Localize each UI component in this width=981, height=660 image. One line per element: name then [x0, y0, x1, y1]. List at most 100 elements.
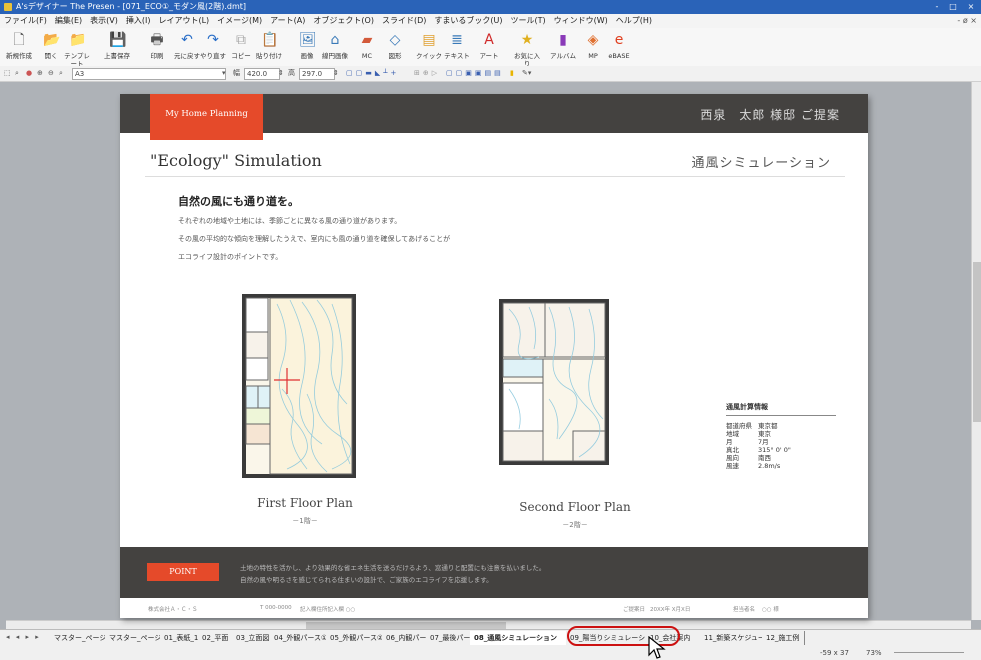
copy-button[interactable]: ⧉ コピー: [226, 29, 256, 65]
shape-button[interactable]: ◇ 図形: [380, 29, 410, 65]
sheet-tab[interactable]: 03_立面図: [232, 631, 271, 645]
zoom-in-icon[interactable]: ⊕: [37, 66, 43, 81]
align-tools-icons[interactable]: ⊞⊕▷: [414, 66, 440, 81]
height-input[interactable]: 297.0: [299, 68, 335, 80]
menu-insert[interactable]: 挿入(I): [122, 14, 155, 28]
dropdown-arrow-icon[interactable]: ▾: [222, 66, 226, 81]
mc-button[interactable]: ▰ MC: [352, 29, 382, 65]
slide-page[interactable]: My Home Planning 西泉 太郎 様邸 ご提案 "Ecology" …: [120, 94, 868, 618]
image-icon: 🖼: [299, 32, 317, 48]
ribbon-button-label: 新規作成: [6, 52, 32, 60]
house-image-button[interactable]: ⌂ 線円画像: [320, 29, 350, 65]
point-tag: POINT: [147, 563, 219, 581]
new-doc-button[interactable]: 🗋 新規作成: [4, 29, 34, 65]
zoom-icon[interactable]: ⌕: [15, 66, 19, 81]
footer-person: ○○ 様: [762, 607, 779, 613]
title-bar: A'sデザイナー The Presen - [071_ECO①_モダン風(2階)…: [0, 0, 981, 14]
calc-key: 風向: [726, 454, 739, 462]
ribbon-button-label: アート: [479, 52, 499, 60]
menu-layout[interactable]: レイアウト(L): [154, 14, 213, 28]
sheet-tab[interactable]: 06_内観パース: [382, 631, 427, 645]
paste-icon: 📋: [261, 32, 279, 48]
maximize-button[interactable]: □: [946, 0, 960, 14]
calc-title: 通風計算情報: [726, 402, 836, 416]
width-input[interactable]: 420.0: [244, 68, 280, 80]
menu-smile-book[interactable]: すまいるブック(U): [430, 14, 506, 28]
zoom-level[interactable]: 73%: [866, 646, 882, 660]
star-button[interactable]: ★ お気に入り: [512, 29, 542, 68]
menu-help[interactable]: ヘルプ(H): [612, 14, 656, 28]
mp-icon: ◈: [587, 32, 599, 48]
vertical-scroll-thumb[interactable]: [973, 262, 981, 422]
copy-icon: ⧉: [236, 32, 246, 48]
sheet-tab[interactable]: 05_外観パース②: [326, 631, 383, 645]
menu-edit[interactable]: 編集(E): [51, 14, 86, 28]
save-button[interactable]: 💾 上書保存: [102, 29, 132, 65]
sheet-tab[interactable]: マスター_ページ2: [105, 631, 161, 645]
calc-row: 風向 南西: [726, 454, 797, 462]
sheet-tab[interactable]: 04_外観パース①: [270, 631, 327, 645]
color-tool-icon[interactable]: ●: [26, 66, 32, 81]
menu-slide[interactable]: スライド(D): [378, 14, 430, 28]
zoom-out-icon[interactable]: ⊖: [48, 66, 54, 81]
sheet-tab[interactable]: 08_通風シミュレーション: [470, 631, 567, 645]
redo-button[interactable]: ↷ やり直す: [198, 29, 228, 65]
zoom-fit-icon[interactable]: ⌕: [59, 66, 63, 81]
sheet-tab[interactable]: マスター_ページ1: [50, 631, 106, 645]
layout-tools-icons[interactable]: ▢▢▬◣┴+: [346, 66, 399, 81]
template-button[interactable]: 📁 テンプレート: [62, 29, 92, 68]
ribbon-button-label: eBASE: [608, 52, 630, 60]
height-spinner-icon[interactable]: ⇕: [333, 66, 339, 81]
calc-row: 真北 315° 0' 0": [726, 446, 797, 454]
ribbon-button-label: 印刷: [150, 52, 164, 60]
album-icon: ▮: [559, 32, 567, 48]
print-button[interactable]: 🖶 印刷: [142, 29, 172, 65]
menu-art[interactable]: アート(A): [266, 14, 309, 28]
close-button[interactable]: ×: [964, 0, 978, 14]
minimize-button[interactable]: -: [930, 0, 944, 14]
image-button[interactable]: 🖼 画像: [292, 29, 322, 65]
menu-image[interactable]: イメージ(M): [213, 14, 266, 28]
arrange-tools-icons[interactable]: ▢▢▣▣▤▤: [446, 66, 504, 81]
ribbon-button-label: 線円画像: [322, 52, 348, 60]
header-tab: My Home Planning: [150, 94, 263, 140]
calc-value: 7月: [758, 438, 769, 446]
sheet-tab[interactable]: 07_最後パース: [426, 631, 471, 645]
mouse-cursor-icon: [648, 636, 666, 659]
art-text-button[interactable]: A アート: [474, 29, 504, 65]
lock-icon[interactable]: ▮: [510, 66, 514, 81]
sheet-tab-bar: ◂ ◂ ▸ ▸ マスター_ページ1 マスター_ページ2 01_表紙_1 02_平面 03…: [0, 629, 981, 647]
calc-row: 風速 2.8m/s: [726, 462, 797, 470]
menu-object[interactable]: オブジェクト(O): [309, 14, 378, 28]
vertical-scrollbar[interactable]: [971, 82, 981, 620]
ebase-button[interactable]: e eBASE: [604, 29, 634, 65]
paper-size-select[interactable]: A3: [72, 68, 226, 80]
menu-file[interactable]: ファイル(F): [0, 14, 51, 28]
menu-tools[interactable]: ツール(T): [506, 14, 549, 28]
album-button[interactable]: ▮ アルバム: [548, 29, 578, 65]
tab-nav-arrows[interactable]: ◂ ◂ ▸ ▸: [6, 633, 41, 641]
draw-tool-icon[interactable]: ✎▾: [522, 66, 531, 81]
sheet-tab[interactable]: 11_新築スケジュール: [700, 631, 763, 645]
sheet-tab[interactable]: 12_施工例: [762, 631, 805, 645]
sheet-tab[interactable]: 01_表紙_1: [160, 631, 199, 645]
menu-view[interactable]: 表示(V): [86, 14, 122, 28]
quick-button[interactable]: ▤ クイック: [414, 29, 444, 65]
menu-window[interactable]: ウィンドウ(W): [550, 14, 612, 28]
zoom-slider[interactable]: [894, 652, 964, 653]
print-icon: 🖶: [150, 32, 164, 48]
sheet-tab[interactable]: 02_平面: [198, 631, 233, 645]
mdi-controls[interactable]: - ø ×: [957, 14, 977, 28]
calc-table: 都道府県 東京都 地域 東京 月 7月 真北 315° 0' 0" 風向 南西 風速 2.8…: [726, 422, 797, 470]
text-button[interactable]: ≣ テキスト: [442, 29, 472, 65]
paste-button[interactable]: 📋 貼り付け: [254, 29, 284, 65]
width-spinner-icon[interactable]: ⇕: [278, 66, 284, 81]
point-text: 土地の特性を活かし、より効果的な省エネ生活を送るだけるよう、窓通りと配置にも注意…: [240, 564, 546, 572]
horizontal-scroll-thumb[interactable]: [306, 622, 506, 629]
calc-row: 地域 東京: [726, 430, 797, 438]
art-text-icon: A: [484, 32, 494, 48]
select-tool-icon[interactable]: ⬚: [4, 66, 11, 81]
point-text: 自然の風や明るさを感じてられる住まいの設計で、ご家族のエコライフを応援します。: [240, 576, 493, 584]
second-floor-sub: －2階－: [562, 521, 588, 529]
open-folder-icon: 📂: [43, 32, 61, 48]
